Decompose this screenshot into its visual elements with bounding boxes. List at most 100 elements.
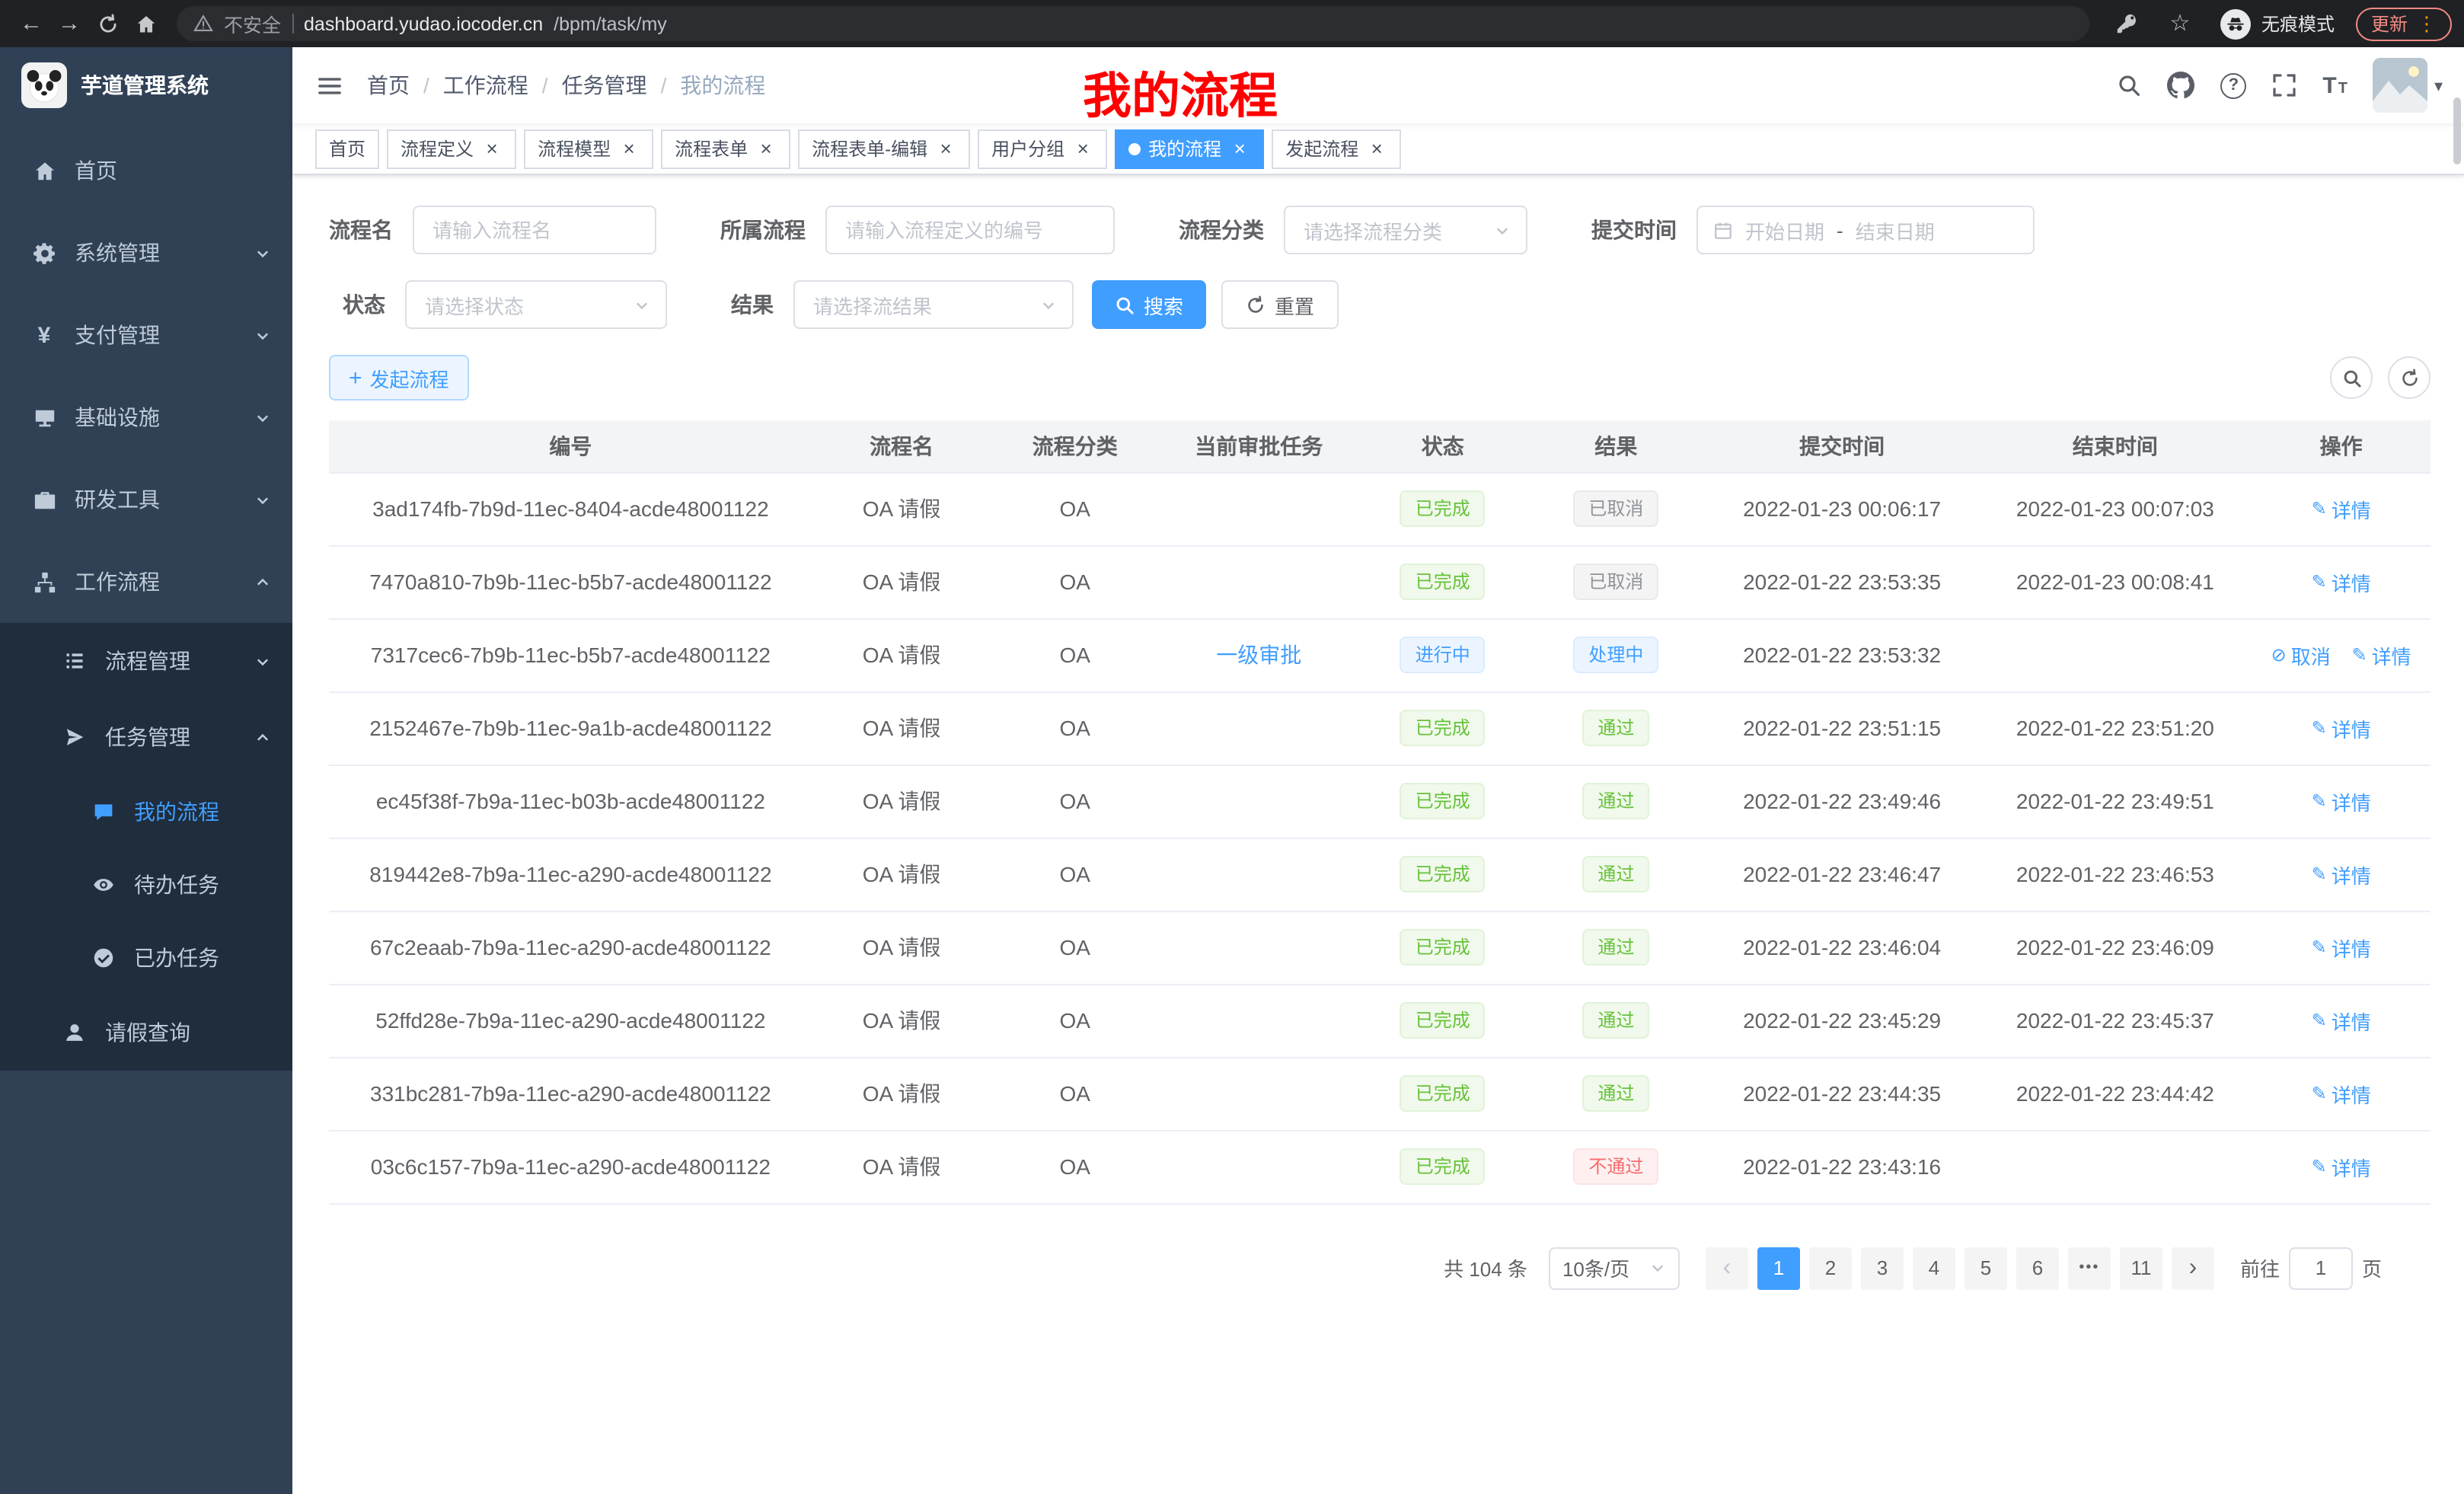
detail-link[interactable]: ✎详情	[2352, 640, 2411, 669]
reset-button[interactable]: 重置	[1221, 280, 1339, 329]
page-button-6[interactable]: 6	[2016, 1247, 2059, 1289]
sidebar-item-pay[interactable]: ¥ 支付管理	[0, 294, 292, 376]
edit-pen-icon: ✎	[2312, 1156, 2327, 1177]
cell-category: OA	[991, 838, 1159, 911]
user-menu[interactable]: ▾	[2373, 58, 2443, 113]
sidebar-item-infrastructure[interactable]: 基础设施	[0, 376, 292, 458]
close-icon[interactable]: ×	[618, 138, 640, 159]
page-button-5[interactable]: 5	[1964, 1247, 2007, 1289]
submit-time-range-picker[interactable]: 开始日期 - 结束日期	[1696, 206, 2035, 254]
result-select[interactable]: 请选择流结果	[793, 280, 1074, 329]
page-button-2[interactable]: 2	[1809, 1247, 1852, 1289]
tab-process-definition[interactable]: 流程定义 ×	[387, 129, 516, 168]
sidebar-item-done-tasks[interactable]: 已办任务	[0, 921, 292, 994]
current-task-link[interactable]: 一级审批	[1216, 643, 1301, 667]
browser-forward-button[interactable]: →	[50, 5, 88, 43]
detail-link[interactable]: ✎详情	[2312, 787, 2371, 816]
sidebar-item-task-management[interactable]: 任务管理	[0, 699, 292, 775]
cell-current-task	[1159, 691, 1358, 765]
tab-process-form[interactable]: 流程表单×	[661, 129, 790, 168]
submit-time-label: 提交时间	[1591, 215, 1677, 245]
sidebar-item-todo-tasks[interactable]: 待办任务	[0, 848, 292, 921]
cell-end-time: 2022-01-22 23:51:20	[1979, 691, 2252, 765]
sidebar-item-my-process[interactable]: 我的流程	[0, 775, 292, 848]
tab-label: 流程定义	[401, 136, 474, 161]
search-button[interactable]: 搜索	[1092, 280, 1206, 329]
close-icon[interactable]: ×	[755, 138, 777, 159]
breadcrumb-item[interactable]: 工作流程	[443, 70, 528, 101]
page-size-select[interactable]: 10条/页	[1549, 1247, 1680, 1289]
cell-current-task	[1159, 911, 1358, 984]
detail-link[interactable]: ✎详情	[2312, 1079, 2371, 1108]
page-button-11[interactable]: 11	[2120, 1247, 2162, 1289]
close-icon[interactable]: ×	[1072, 138, 1093, 159]
sidebar-item-leave-query[interactable]: 请假查询	[0, 994, 292, 1071]
app-logo[interactable]: 芋道管理系统	[0, 47, 292, 123]
table-row: 3ad174fb-7b9d-11ec-8404-acde48001122 OA …	[329, 472, 2430, 545]
detail-link[interactable]: ✎详情	[2312, 567, 2371, 596]
page-button-4[interactable]: 4	[1913, 1247, 1955, 1289]
breadcrumb-item[interactable]: 任务管理	[562, 70, 647, 101]
hamburger-icon[interactable]	[317, 72, 343, 98]
select-placeholder: 请选择流程分类	[1304, 215, 1442, 244]
breadcrumb-item[interactable]: 首页	[367, 70, 410, 101]
sidebar-item-devtools[interactable]: 研发工具	[0, 458, 292, 541]
browser-reload-button[interactable]	[88, 5, 126, 43]
table-row: 7317cec6-7b9b-11ec-b5b7-acde48001122 OA …	[329, 618, 2430, 691]
detail-link[interactable]: ✎详情	[2312, 933, 2371, 962]
browser-update-menu[interactable]: 更新 ⋮	[2356, 7, 2452, 40]
sidebar-item-label: 基础设施	[75, 402, 160, 433]
tab-process-model[interactable]: 流程模型×	[524, 129, 653, 168]
tab-label: 用户分组	[991, 136, 1064, 161]
scrollbar-thumb[interactable]	[2453, 97, 2461, 164]
cell-name: OA 请假	[812, 618, 991, 691]
tab-start-process[interactable]: 发起流程×	[1272, 129, 1401, 168]
tab-home[interactable]: 首页	[315, 129, 379, 168]
goto-page-input[interactable]	[2289, 1247, 2353, 1289]
detail-link[interactable]: ✎详情	[2312, 1006, 2371, 1035]
detail-link[interactable]: ✎详情	[2312, 1152, 2371, 1181]
sidebar-item-workflow[interactable]: 工作流程	[0, 541, 292, 623]
sidebar-item-home[interactable]: 首页	[0, 129, 292, 212]
tab-process-form-edit[interactable]: 流程表单-编辑 ×	[798, 129, 970, 168]
browser-back-button[interactable]: ←	[12, 5, 50, 43]
password-key-icon[interactable]	[2108, 5, 2146, 43]
header-search-icon[interactable]	[2117, 73, 2141, 97]
owning-process-input[interactable]	[825, 206, 1115, 254]
more-pages-button[interactable]: •••	[2068, 1247, 2111, 1289]
sidebar-item-label: 任务管理	[105, 722, 190, 752]
panda-logo-icon	[21, 62, 67, 108]
prev-page-button[interactable]: ‹	[1706, 1247, 1748, 1289]
close-icon[interactable]: ×	[1229, 138, 1250, 159]
fullscreen-icon[interactable]	[2272, 73, 2296, 97]
next-page-button[interactable]: ›	[2172, 1247, 2214, 1289]
cancel-link[interactable]: ⊘取消	[2271, 640, 2331, 669]
status-select[interactable]: 请选择状态	[405, 280, 667, 329]
close-icon[interactable]: ×	[935, 138, 956, 159]
page-button-3[interactable]: 3	[1861, 1247, 1904, 1289]
page-button-1[interactable]: 1	[1757, 1247, 1800, 1289]
detail-link[interactable]: ✎详情	[2312, 713, 2371, 742]
detail-link[interactable]: ✎详情	[2312, 860, 2371, 889]
sidebar-item-process-management[interactable]: 流程管理	[0, 623, 292, 699]
close-icon[interactable]: ×	[1366, 138, 1387, 159]
detail-link[interactable]: ✎详情	[2312, 494, 2371, 523]
bookmark-star-icon[interactable]: ☆	[2161, 5, 2199, 43]
github-icon[interactable]	[2167, 72, 2194, 99]
tab-label: 流程表单-编辑	[812, 136, 927, 161]
create-process-button[interactable]: + 发起流程	[329, 355, 469, 401]
tab-user-group[interactable]: 用户分组 ×	[978, 129, 1107, 168]
close-icon[interactable]: ×	[481, 138, 503, 159]
address-bar[interactable]: 不安全 dashboard.yudao.iocoder.cn/bpm/task/…	[177, 6, 2089, 41]
process-category-select[interactable]: 请选择流程分类	[1284, 206, 1527, 254]
font-size-icon[interactable]: TT	[2322, 74, 2348, 97]
refresh-icon	[1246, 295, 1266, 314]
tab-my-process[interactable]: 我的流程×	[1115, 129, 1264, 168]
process-name-input[interactable]	[413, 206, 656, 254]
browser-home-button[interactable]	[126, 5, 164, 43]
cell-end-time: 2022-01-22 23:45:37	[1979, 984, 2252, 1057]
sidebar-item-system[interactable]: 系统管理	[0, 212, 292, 294]
toggle-search-button[interactable]	[2330, 356, 2373, 399]
help-icon[interactable]: ?	[2220, 72, 2246, 98]
refresh-table-button[interactable]	[2388, 356, 2430, 399]
